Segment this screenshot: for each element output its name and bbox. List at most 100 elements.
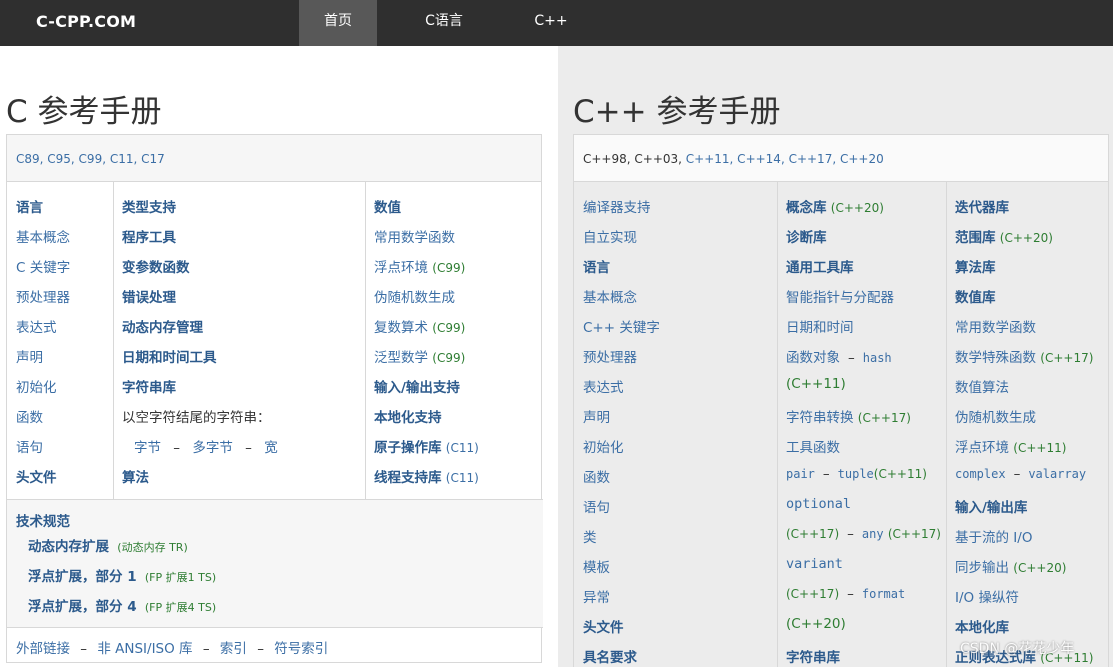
c-link-multibyte-strings[interactable]: 多字节 — [192, 440, 233, 456]
cpp-link-named-requirements[interactable]: 具名要求 — [583, 646, 637, 666]
cpp-link-classes[interactable]: 类 — [583, 526, 597, 546]
c-link-expressions[interactable]: 表达式 — [16, 316, 57, 336]
c-link-io[interactable]: 输入/输出支持 — [374, 376, 460, 396]
c-link-external[interactable]: 外部链接 — [16, 641, 70, 657]
c-link-preprocessor[interactable]: 预处理器 — [16, 286, 70, 306]
c-link-symbol-index[interactable]: 符号索引 — [274, 641, 328, 657]
cpp-link-format[interactable]: format — [862, 587, 905, 601]
c-link-ts-fp4[interactable]: 浮点扩展，部分 4 — [28, 599, 137, 615]
c-link-language[interactable]: 语言 — [16, 196, 43, 216]
cpp-link-basic-concepts[interactable]: 基本概念 — [583, 286, 637, 306]
c-link-program-utilities[interactable]: 程序工具 — [122, 226, 176, 246]
cpp-link-keywords[interactable]: C++ 关键字 — [583, 316, 660, 336]
cpp-link-headers[interactable]: 头文件 — [583, 616, 624, 636]
cpp-link-fenv[interactable]: 浮点环境 — [955, 440, 1009, 456]
c-tech-specs: 技术规范 动态内存扩展 (动态内存 TR) 浮点扩展，部分 1 (FP 扩展1 … — [7, 499, 543, 627]
divider — [365, 182, 366, 499]
c-link-generic-math[interactable]: 泛型数学 — [374, 350, 428, 366]
c-link-math[interactable]: 常用数学函数 — [374, 226, 455, 246]
c-link-algorithms[interactable]: 算法 — [122, 466, 149, 486]
c-link-random[interactable]: 伪随机数生成 — [374, 286, 455, 306]
cpp-link-math[interactable]: 常用数学函数 — [955, 316, 1036, 336]
cpp-pair-tuple-row: pair – tuple(C++11) — [786, 466, 927, 482]
cpp-link-utility-functions[interactable]: 工具函数 — [786, 436, 840, 456]
cpp-link-preprocessor[interactable]: 预处理器 — [583, 346, 637, 366]
cpp-link-any[interactable]: any — [862, 527, 884, 541]
c-link-error-handling[interactable]: 错误处理 — [122, 286, 176, 306]
cpp-reference-title: C++ 参考手册 — [573, 94, 781, 130]
c-link-fenv[interactable]: 浮点环境 — [374, 260, 428, 276]
c-link-tech-specs[interactable]: 技术规范 — [16, 510, 70, 530]
cpp-link-date-time[interactable]: 日期和时间 — [786, 316, 854, 336]
cpp-link-ranges[interactable]: 范围库 — [955, 230, 996, 246]
cpp-link-sync-output[interactable]: 同步输出 — [955, 560, 1009, 576]
cpp-link-templates[interactable]: 模板 — [583, 556, 610, 576]
c-link-byte-strings[interactable]: 字节 — [134, 440, 161, 456]
cpp-link-function-objects[interactable]: 函数对象 — [786, 350, 840, 366]
cpp-link-io[interactable]: 输入/输出库 — [955, 496, 1027, 516]
cpp-link-declarations[interactable]: 声明 — [583, 406, 610, 426]
c-link-date-time[interactable]: 日期和时间工具 — [122, 346, 217, 366]
version-tag: (FP 扩展1 TS) — [144, 571, 217, 584]
c-link-functions[interactable]: 函数 — [16, 406, 43, 426]
cpp-fenv-row: 浮点环境 (C++11) — [955, 436, 1066, 456]
cpp-link-smart-pointers[interactable]: 智能指针与分配器 — [786, 286, 894, 306]
c-link-dynamic-memory[interactable]: 动态内存管理 — [122, 316, 203, 336]
c-link-numerics[interactable]: 数值 — [374, 196, 401, 216]
cpp-link-hash[interactable]: hash — [863, 351, 892, 365]
c-standards-links[interactable]: C89, C95, C99, C11, C17 — [7, 135, 541, 182]
cpp-link-iterators[interactable]: 迭代器库 — [955, 196, 1009, 216]
c-link-declarations[interactable]: 声明 — [16, 346, 43, 366]
cpp-link-stream-io[interactable]: 基于流的 I/O — [955, 526, 1032, 546]
c-link-headers[interactable]: 头文件 — [16, 466, 57, 486]
cpp-link-exceptions[interactable]: 异常 — [583, 586, 610, 606]
c-ts-row: 浮点扩展，部分 4 (FP 扩展4 TS) — [28, 595, 216, 615]
c-link-initialization[interactable]: 初始化 — [16, 376, 57, 396]
c-link-statements[interactable]: 语句 — [16, 436, 43, 456]
c-link-atomic[interactable]: 原子操作库 — [374, 440, 442, 456]
c-link-thread[interactable]: 线程支持库 — [374, 470, 442, 486]
cpp-link-random[interactable]: 伪随机数生成 — [955, 406, 1036, 426]
c-link-ts-fp1[interactable]: 浮点扩展，部分 1 — [28, 569, 137, 585]
c-link-strings[interactable]: 字符串库 — [122, 376, 176, 396]
nav-item-home[interactable]: 首页 — [299, 0, 377, 46]
cpp-link-special-math[interactable]: 数学特殊函数 — [955, 350, 1036, 366]
c-link-variadic-functions[interactable]: 变参数函数 — [122, 256, 190, 276]
c-link-keywords[interactable]: C 关键字 — [16, 256, 70, 276]
cpp-link-optional[interactable]: optional — [786, 496, 851, 512]
cpp-link-valarray[interactable]: valarray — [1028, 467, 1086, 481]
cpp-link-freestanding[interactable]: 自立实现 — [583, 226, 637, 246]
cpp-link-concepts[interactable]: 概念库 — [786, 200, 827, 216]
c-link-index[interactable]: 索引 — [220, 641, 247, 657]
cpp-link-initialization[interactable]: 初始化 — [583, 436, 624, 456]
cpp-link-localization[interactable]: 本地化库 — [955, 616, 1009, 636]
cpp-link-expressions[interactable]: 表达式 — [583, 376, 624, 396]
cpp-link-utilities[interactable]: 通用工具库 — [786, 256, 854, 276]
c-link-localization[interactable]: 本地化支持 — [374, 406, 442, 426]
cpp-link-statements[interactable]: 语句 — [583, 496, 610, 516]
cpp-link-compiler-support[interactable]: 编译器支持 — [583, 196, 651, 216]
cpp-link-functions[interactable]: 函数 — [583, 466, 610, 486]
cpp-standards-links[interactable]: C++11, C++14, C++17, C++20 — [686, 152, 884, 166]
c-link-basic-concepts[interactable]: 基本概念 — [16, 226, 70, 246]
cpp-link-language[interactable]: 语言 — [583, 256, 610, 276]
c-link-complex[interactable]: 复数算术 — [374, 320, 428, 336]
cpp-link-tuple[interactable]: tuple — [838, 467, 874, 481]
nav-item-c[interactable]: C语言 — [410, 0, 478, 46]
cpp-link-algorithms[interactable]: 算法库 — [955, 256, 996, 276]
cpp-link-variant[interactable]: variant — [786, 556, 843, 572]
cpp-link-pair[interactable]: pair — [786, 467, 815, 481]
cpp-link-numerics[interactable]: 数值库 — [955, 286, 996, 306]
cpp-link-diagnostics[interactable]: 诊断库 — [786, 226, 827, 246]
cpp-link-string-conversions[interactable]: 字符串转换 — [786, 410, 854, 426]
c-link-wide-strings[interactable]: 宽 — [264, 440, 278, 456]
cpp-link-strings[interactable]: 字符串库 — [786, 646, 840, 666]
cpp-link-io-manipulators[interactable]: I/O 操纵符 — [955, 586, 1019, 606]
c-link-type-support[interactable]: 类型支持 — [122, 196, 176, 216]
cpp-link-numeric-algorithms[interactable]: 数值算法 — [955, 376, 1009, 396]
cpp-link-complex[interactable]: complex — [955, 467, 1006, 481]
c-link-ts-dynamic-memory[interactable]: 动态内存扩展 — [28, 539, 109, 555]
nav-item-cpp[interactable]: C++ — [520, 0, 582, 46]
c-link-non-ansi[interactable]: 非 ANSI/ISO 库 — [97, 641, 192, 657]
site-brand[interactable]: C-CPP.COM — [36, 12, 136, 31]
